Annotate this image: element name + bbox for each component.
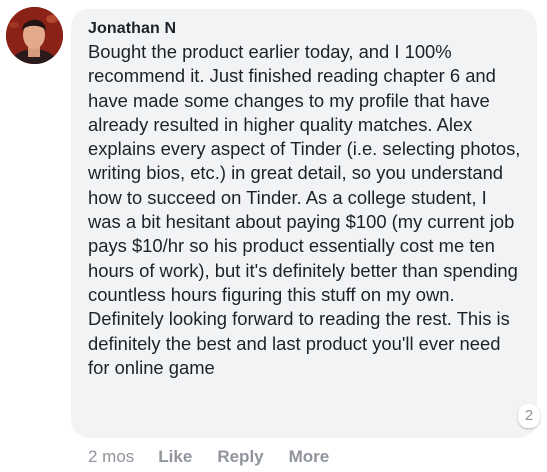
comment-text: Bought the product earlier today, and I … [88,41,521,378]
comment-bubble: Jonathan N Bought the product earlier to… [71,9,537,438]
like-button[interactable]: Like [158,447,192,467]
reply-button[interactable]: Reply [217,447,263,467]
comment: Jonathan N Bought the product earlier to… [0,0,547,472]
author-name[interactable]: Jonathan N [88,18,523,40]
reaction-count-badge[interactable]: 2 [518,404,540,428]
comment-timestamp[interactable]: 2 mos [88,447,134,467]
more-button[interactable]: More [289,447,330,467]
avatar-image [6,7,63,64]
comment-actions: 2 mos Like Reply More [88,445,354,469]
avatar[interactable] [6,7,63,64]
